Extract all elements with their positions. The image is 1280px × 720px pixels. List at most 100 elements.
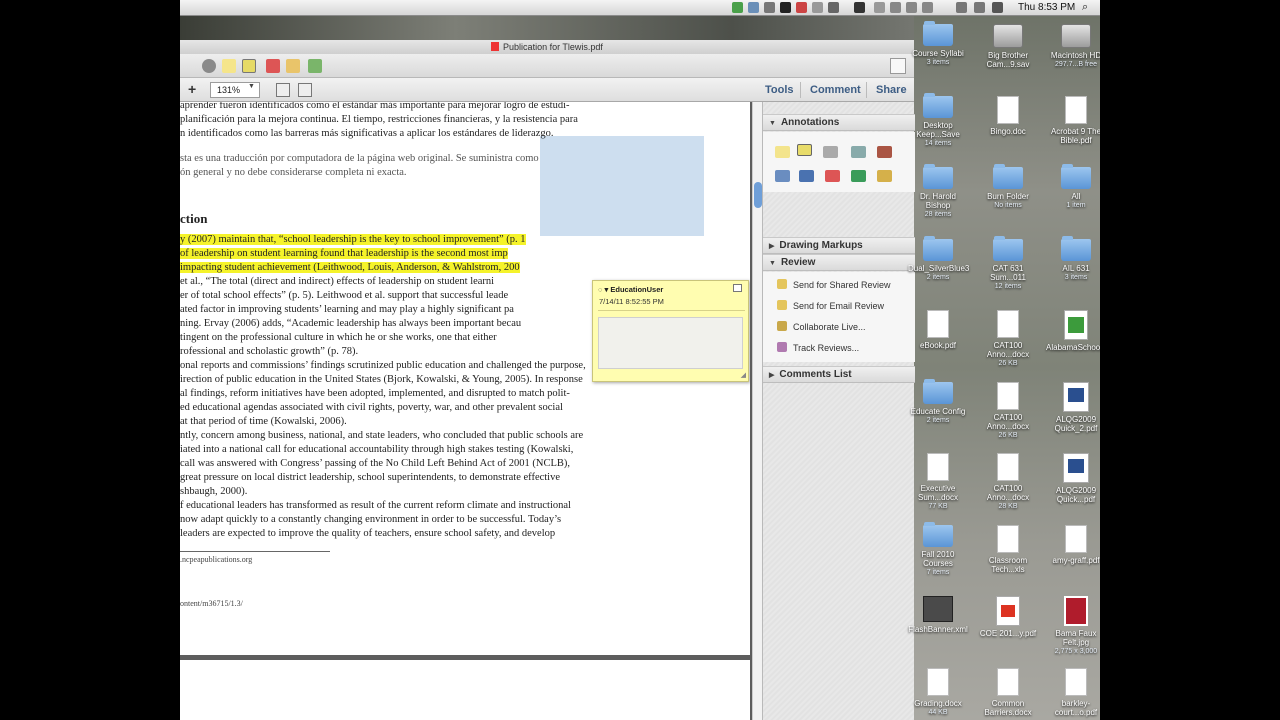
share-tab[interactable]: Share [876, 84, 907, 96]
send-email-review[interactable]: Send for Email Review [777, 299, 884, 313]
desktop-icon-info: 77 KB [928, 503, 948, 510]
network-icon[interactable] [748, 2, 759, 13]
highlighted-line[interactable]: y (2007) maintain that, “school leadersh… [180, 234, 526, 245]
desktop-icon-doc[interactable]: eBook.pdf [908, 310, 968, 350]
delete-attachment-icon[interactable] [266, 59, 280, 73]
highlight-text-icon[interactable] [797, 144, 812, 156]
highlighted-line[interactable]: impacting student achievement (Leithwood… [180, 262, 520, 273]
doc-line: ed educational agendas associated with c… [180, 402, 563, 413]
desktop-icon-folder[interactable]: All 1 item [1046, 164, 1100, 210]
time-machine-icon[interactable] [906, 2, 917, 13]
minimize-note-icon[interactable] [733, 284, 742, 292]
stamp-icon[interactable] [877, 146, 892, 158]
desktop-icon-doc[interactable]: Common Barriers.docx [978, 667, 1038, 717]
desktop-icon-doc[interactable]: Bingo.doc [978, 95, 1038, 136]
sync-icon[interactable] [890, 2, 901, 13]
document-scrollbar[interactable] [752, 102, 762, 720]
attach-file-icon[interactable] [286, 59, 300, 73]
gear-icon[interactable] [812, 2, 823, 13]
scroll-thumb[interactable] [754, 182, 762, 208]
desktop-icon-img[interactable]: Bama Faux Felt.jpg 2,775 x 3,000 [1046, 596, 1100, 656]
cloud-icon[interactable] [874, 2, 885, 13]
desktop-icon-folder[interactable]: Burn Folder No items [978, 164, 1038, 210]
desktop-icon-doc[interactable]: Acrobat 9 The Bible.pdf [1046, 95, 1100, 145]
footnote-url[interactable]: .ncpeapublications.org [180, 555, 252, 564]
send-shared-review[interactable]: Send for Shared Review [777, 278, 891, 292]
screen-icon[interactable] [854, 2, 865, 13]
section-heading: ction [180, 211, 208, 226]
folder-icon [1061, 164, 1091, 189]
replace-text-icon[interactable] [799, 170, 814, 182]
desktop-icon-zip[interactable]: ALQG2009 Quick...pdf [1046, 453, 1100, 504]
collaborate-live[interactable]: Collaborate Live... [777, 320, 866, 334]
desktop-icon-folder[interactable]: CAT 631 Sum...011 12 items [978, 235, 1038, 291]
sticky-note-icon[interactable] [222, 59, 236, 73]
zoom-in-icon[interactable]: + [188, 82, 196, 96]
dropbox-icon[interactable] [764, 2, 775, 13]
desktop-icon-doc[interactable]: CAT100 Anno...docx 26 KB [978, 310, 1038, 368]
desktop-icon-label: FlashBanner.xml [908, 625, 968, 634]
desktop-icon-doc[interactable]: amy-graff.pdf [1046, 524, 1100, 565]
desktop-icon-label: Common Barriers.docx [984, 698, 1032, 717]
battery-status-icon[interactable] [828, 2, 839, 13]
desktop-icon-pdf[interactable]: COE 201...y.pdf [978, 596, 1038, 638]
highlighted-line[interactable]: of leadership on student learning found … [180, 248, 508, 259]
desktop-icon-folder[interactable]: Dr. Harold Bishop 28 items [908, 164, 968, 219]
fit-width-icon[interactable] [298, 83, 312, 97]
settings-icon[interactable] [202, 59, 216, 73]
desktop-icon-doc[interactable]: barkley-court...o.pdf [1046, 667, 1100, 717]
desktop-icon-folder[interactable]: Course Syllabi 3 items [908, 21, 968, 67]
add-note-to-text-icon[interactable] [877, 170, 892, 182]
comment-tab[interactable]: Comment [810, 84, 861, 96]
expand-icon[interactable] [890, 58, 906, 74]
pdf-page-next[interactable] [180, 660, 750, 720]
wifi-icon[interactable] [956, 2, 967, 13]
desktop-icon-folder[interactable]: Educate Config 2 items [908, 378, 968, 425]
evernote-icon[interactable] [732, 2, 743, 13]
desktop-icon-folder[interactable]: Desktop Keep...Save 14 items [908, 92, 968, 148]
strikethrough-icon[interactable] [825, 170, 840, 182]
desktop-icon-doc[interactable]: Grading.docx 44 KB [908, 667, 968, 717]
menu-clock[interactable]: Thu 8:53 PM [1018, 2, 1075, 13]
desktop-icon-doc[interactable]: Classroom Tech...xls [978, 524, 1038, 574]
desktop-icon-doc[interactable]: CAT100 Anno...docx 26 KB [978, 381, 1038, 440]
underline-icon[interactable] [851, 170, 866, 182]
document-view[interactable]: aprender fueron identificados como el es… [180, 102, 752, 720]
battery-icon[interactable] [992, 2, 1003, 13]
sticky-note-popup[interactable]: ◌ ▾ EducationUser 7/14/11 8:52:55 PM ◢ [592, 280, 749, 382]
bluetooth-icon[interactable] [922, 2, 933, 13]
drawing-markups-header[interactable]: ▶ Drawing Markups [763, 237, 915, 254]
recording-icon[interactable] [780, 2, 791, 13]
volume-icon[interactable] [974, 2, 985, 13]
attach-icon[interactable] [823, 146, 838, 158]
review-header[interactable]: ▼ Review [763, 254, 915, 271]
record-audio-icon[interactable] [851, 146, 866, 158]
fit-page-icon[interactable] [276, 83, 290, 97]
desktop-icon-exe[interactable]: FlashBanner.xml [908, 596, 968, 634]
desktop-icon-drive[interactable]: Big Brother Cam...9.sav [978, 24, 1038, 69]
desktop-icon-folder[interactable]: Fall 2010 Courses 7 items [908, 521, 968, 577]
shield-icon[interactable] [796, 2, 807, 13]
export-icon[interactable] [308, 59, 322, 73]
annotations-header[interactable]: ▼ Annotations [763, 114, 915, 131]
desktop-icon-folder[interactable]: AIL 631 3 items [1046, 235, 1100, 282]
note-text-area[interactable] [598, 317, 743, 369]
desktop-icon-zip[interactable]: ALQG2009 Quick_2.pdf [1046, 381, 1100, 433]
chevron-down-icon[interactable]: ▼ [248, 83, 255, 90]
desktop-icon-folder[interactable]: Dual_SilverBlue3 2 items [908, 235, 969, 282]
window-titlebar[interactable]: Publication for Tlewis.pdf [180, 40, 914, 54]
track-reviews[interactable]: Track Reviews... [777, 341, 859, 355]
insert-text-icon[interactable] [775, 170, 790, 182]
sticky-note-icon[interactable] [775, 146, 790, 158]
resize-grip-icon[interactable]: ◢ [741, 371, 746, 379]
desktop-icon-drive[interactable]: Macintosh HD 297.7...B free [1046, 24, 1100, 69]
spotlight-icon[interactable]: ⌕ [1082, 1, 1088, 14]
desktop-icon-xls[interactable]: AlabamaSchoolList_0.xls [1046, 310, 1100, 352]
highlight-icon[interactable] [242, 59, 256, 73]
tools-tab[interactable]: Tools [765, 84, 794, 96]
desktop-icon-doc[interactable]: CAT100 Anno...docx 28 KB [978, 453, 1038, 511]
desktop-icon-doc[interactable]: Executive Sum...docx 77 KB [908, 453, 968, 511]
comments-list-header[interactable]: ▶ Comments List [763, 366, 915, 383]
desktop-icon-info: 28 items [924, 211, 952, 218]
pdf-page[interactable]: aprender fueron identificados como el es… [180, 102, 750, 655]
